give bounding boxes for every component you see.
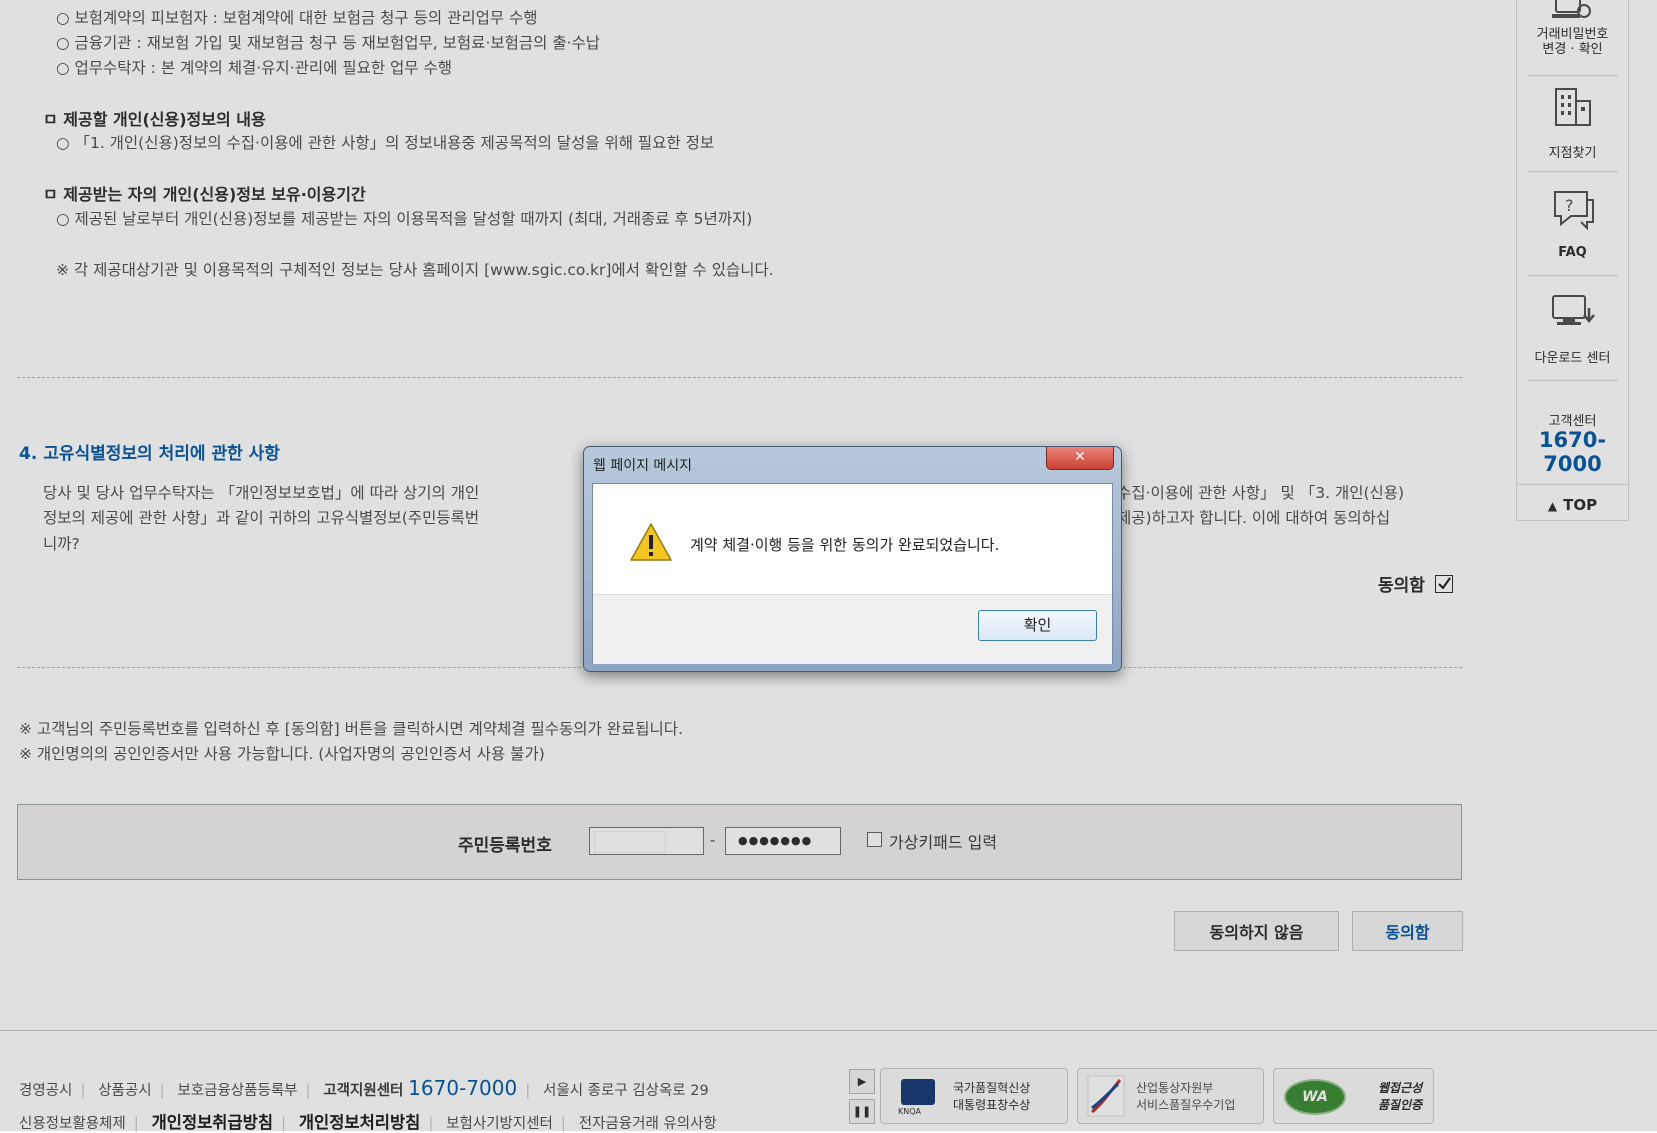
dialog-footer: 확인 — [593, 594, 1112, 664]
dialog-message: 계약 체결·이행 등을 위한 동의가 완료되었습니다. — [690, 536, 1000, 554]
dialog-close-button[interactable]: ✕ — [1046, 447, 1114, 470]
message-dialog: 웹 페이지 메시지 ✕ 계약 체결·이행 등을 위한 동의가 완료되었습니다. … — [583, 446, 1122, 672]
dialog-body: 계약 체결·이행 등을 위한 동의가 완료되었습니다. 확인 — [592, 483, 1113, 664]
close-icon: ✕ — [1074, 449, 1086, 465]
dialog-title: 웹 페이지 메시지 — [593, 458, 693, 474]
warning-icon — [630, 523, 672, 561]
ok-button[interactable]: 확인 — [978, 610, 1097, 641]
